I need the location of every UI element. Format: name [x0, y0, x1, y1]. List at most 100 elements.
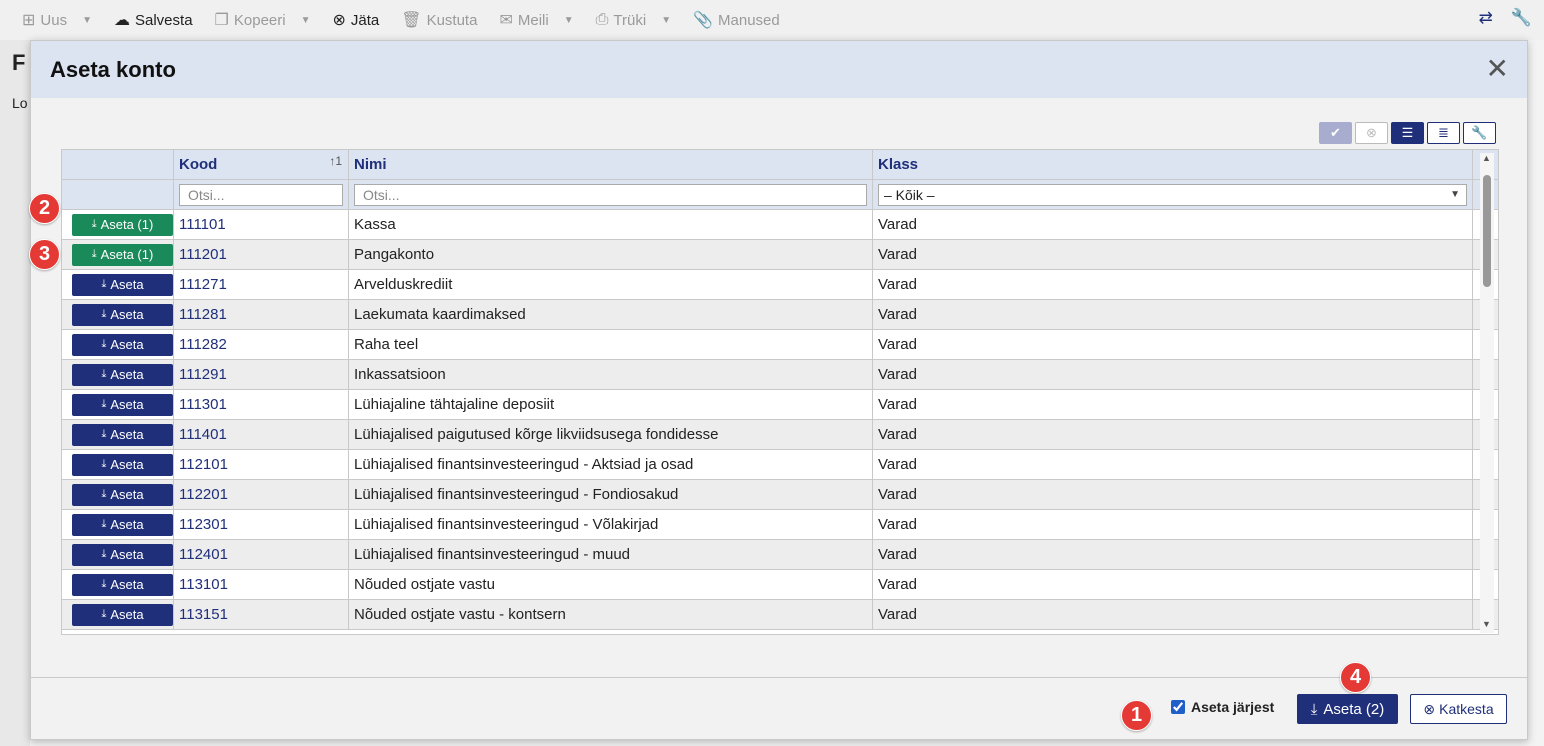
settings-wrench-icon[interactable]: 🔧 — [1463, 122, 1496, 144]
row-kood[interactable]: 112201 — [174, 480, 349, 509]
row-kood[interactable]: 112101 — [174, 450, 349, 479]
row-kood[interactable]: 111101 — [174, 210, 349, 239]
table-row[interactable]: ⤓ Aseta 111401 Lühiajalised paigutused kõrg… — [62, 420, 1498, 450]
clear-selection-icon[interactable]: ⊗ — [1355, 122, 1388, 144]
row-aseta-button[interactable]: ⤓ Aseta — [72, 573, 173, 596]
expanded-list-icon[interactable]: ≣ — [1427, 122, 1460, 144]
table-row[interactable]: ⤓ Aseta (1) 111201 Pangakonto Varad — [62, 240, 1498, 270]
row-aseta-button[interactable]: ⤓ Aseta (1) — [72, 243, 173, 266]
kood-search-input[interactable] — [179, 183, 343, 206]
row-kood[interactable]: 111201 — [174, 240, 349, 269]
chevron-down-icon[interactable]: ▼ — [301, 15, 311, 26]
row-aseta-button[interactable]: ⤓ Aseta — [72, 483, 173, 506]
row-kood[interactable]: 111281 — [174, 300, 349, 329]
toolbar-printer-button[interactable]: ⎙ Trüki ▼ — [596, 11, 672, 29]
row-nimi: Lühiajalised finantsinvesteeringud - Akt… — [349, 450, 873, 479]
scroll-down-icon[interactable]: ▼ — [1482, 619, 1491, 629]
toolbar-cloud-upload-button[interactable]: ☁ Salvesta — [114, 10, 193, 30]
table-row[interactable]: ⤓ Aseta 112401 Lühiajalised finantsinvestee… — [62, 540, 1498, 570]
row-aseta-button[interactable]: ⤓ Aseta — [72, 453, 173, 476]
katkesta-button[interactable]: ⊗ Katkesta — [1410, 694, 1507, 724]
table-row[interactable]: ⤓ Aseta (1) 111101 Kassa Varad — [62, 210, 1498, 240]
row-aseta-button[interactable]: ⤓ Aseta — [72, 303, 173, 326]
row-kood[interactable]: 111301 — [174, 390, 349, 419]
row-kood[interactable]: 111271 — [174, 270, 349, 299]
aseta-submit-label: Aseta (2) — [1323, 700, 1385, 718]
row-kood[interactable]: 111282 — [174, 330, 349, 359]
nimi-search-input[interactable] — [354, 183, 867, 206]
row-aseta-button[interactable]: ⤓ Aseta (1) — [72, 213, 173, 236]
klass-filter-select[interactable]: – Kõik – ▼ — [878, 183, 1467, 206]
toolbar-new-doc-button[interactable]: ⊞ Uus ▼ — [22, 10, 92, 30]
row-aseta-label: Aseta — [110, 397, 144, 412]
chevron-down-icon[interactable]: ▼ — [564, 15, 574, 26]
chevron-down-icon[interactable]: ▼ — [82, 15, 92, 26]
header-klass-label: Klass — [878, 156, 919, 173]
row-kood[interactable]: 113101 — [174, 570, 349, 599]
table-row[interactable]: ⤓ Aseta 112101 Lühiajalised finantsinvestee… — [62, 450, 1498, 480]
dialog-footer: Aseta järjest ⤓ Aseta (2) ⊗ Katkesta — [31, 677, 1527, 739]
scrollbar-thumb[interactable] — [1483, 175, 1491, 287]
row-aseta-button[interactable]: ⤓ Aseta — [72, 363, 173, 386]
row-action-cell: ⤓ Aseta — [62, 450, 174, 479]
filter-klass-cell: – Kõik – ▼ — [873, 180, 1473, 209]
download-icon: ⤓ — [101, 338, 107, 350]
download-icon: ⤓ — [101, 458, 107, 470]
row-aseta-button[interactable]: ⤓ Aseta — [72, 273, 173, 296]
toolbar-cancel-circle-button[interactable]: ⊗ Jäta — [333, 10, 380, 30]
table-row[interactable]: ⤓ Aseta 113101 Nõuded ostjate vastu Varad — [62, 570, 1498, 600]
aseta-submit-button[interactable]: ⤓ Aseta (2) — [1297, 694, 1398, 724]
row-nimi: Raha teel — [349, 330, 873, 359]
toolbar-trash-button[interactable]: 🗑 Kustuta — [401, 10, 477, 30]
toolbar-mail-button[interactable]: ✉ Meili ▼ — [499, 10, 573, 30]
header-klass[interactable]: Klass — [873, 150, 1473, 179]
cloud-upload-icon: ☁ — [114, 12, 130, 29]
table-row[interactable]: ⤓ Aseta 111271 Arvelduskrediit Varad — [62, 270, 1498, 300]
row-aseta-button[interactable]: ⤓ Aseta — [72, 513, 173, 536]
row-action-cell: ⤓ Aseta — [62, 570, 174, 599]
select-all-icon[interactable]: ✔ — [1319, 122, 1352, 144]
row-aseta-label: Aseta — [110, 577, 144, 592]
swap-icon[interactable]: ⇄ — [1479, 8, 1493, 28]
row-nimi: Kassa — [349, 210, 873, 239]
toolbar-paperclip-button[interactable]: 📎 Manused — [693, 10, 780, 30]
row-aseta-button[interactable]: ⤓ Aseta — [72, 603, 173, 626]
table-row[interactable]: ⤓ Aseta 111282 Raha teel Varad — [62, 330, 1498, 360]
row-aseta-button[interactable]: ⤓ Aseta — [72, 393, 173, 416]
grid-scrollbar[interactable]: ▲ ▼ — [1480, 153, 1494, 633]
table-row[interactable]: ⤓ Aseta 112301 Lühiajalised finantsinvestee… — [62, 510, 1498, 540]
row-action-cell: ⤓ Aseta (1) — [62, 240, 174, 269]
chevron-down-icon[interactable]: ▼ — [661, 15, 671, 26]
table-row[interactable]: ⤓ Aseta 111291 Inkassatsioon Varad — [62, 360, 1498, 390]
scroll-up-icon[interactable]: ▲ — [1482, 153, 1491, 163]
header-kood[interactable]: Kood ↑1 — [174, 150, 349, 179]
download-icon: ⤓ — [1310, 700, 1318, 718]
wrench-icon[interactable]: 🔧 — [1511, 8, 1532, 28]
row-klass: Varad — [873, 450, 1473, 479]
compact-list-icon[interactable]: ☰ — [1391, 122, 1424, 144]
row-aseta-button[interactable]: ⤓ Aseta — [72, 333, 173, 356]
toolbar-copy-button[interactable]: ❐ Kopeeri ▼ — [215, 10, 311, 30]
download-icon: ⤓ — [101, 428, 107, 440]
new-doc-icon: ⊞ — [22, 12, 36, 29]
row-aseta-label: Aseta — [110, 427, 144, 442]
accounts-grid: Kood ↑1 Nimi Klass – Kõik – ▼ ⤓Aseta (1)… — [61, 149, 1499, 635]
row-kood[interactable]: 111291 — [174, 360, 349, 389]
dialog-title: Aseta konto — [50, 56, 176, 82]
row-aseta-label: Aseta — [110, 457, 144, 472]
row-aseta-button[interactable]: ⤓ Aseta — [72, 423, 173, 446]
row-kood[interactable]: 112401 — [174, 540, 349, 569]
table-row[interactable]: ⤓ Aseta 111301 Lühiajaline tähtajaline depo… — [62, 390, 1498, 420]
close-icon[interactable]: ✕ — [1486, 55, 1509, 83]
row-action-cell: ⤓ Aseta — [62, 270, 174, 299]
table-row[interactable]: ⤓ Aseta 113151 Nõuded ostjate vastu - konts… — [62, 600, 1498, 630]
row-aseta-button[interactable]: ⤓ Aseta — [72, 543, 173, 566]
header-nimi[interactable]: Nimi — [349, 150, 873, 179]
table-row[interactable]: ⤓ Aseta 111281 Laekumata kaardimaksed Varad — [62, 300, 1498, 330]
row-kood[interactable]: 113151 — [174, 600, 349, 629]
aseta-jarjest-checkbox-wrap[interactable]: Aseta järjest — [1171, 699, 1274, 715]
row-kood[interactable]: 111401 — [174, 420, 349, 449]
table-row[interactable]: ⤓ Aseta 112201 Lühiajalised finantsinvestee… — [62, 480, 1498, 510]
aseta-jarjest-checkbox[interactable] — [1171, 700, 1185, 714]
row-kood[interactable]: 112301 — [174, 510, 349, 539]
